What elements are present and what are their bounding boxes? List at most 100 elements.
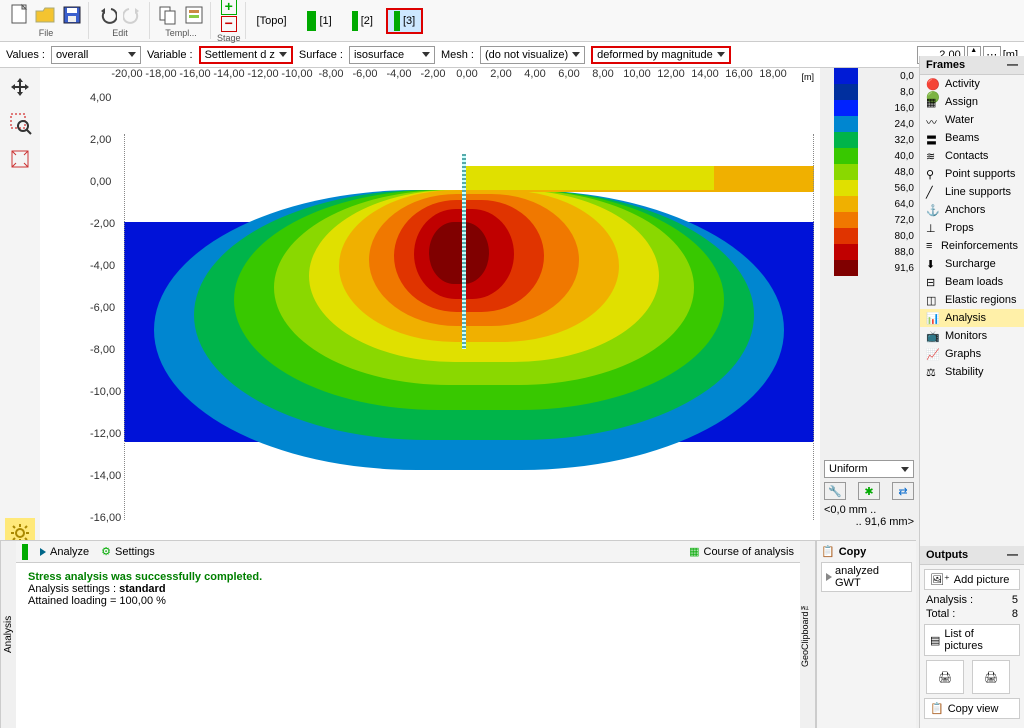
analysis-success-msg: Stress analysis was successfully complet… (28, 571, 788, 583)
add-stage-icon[interactable]: + (221, 0, 237, 15)
template-icon[interactable] (156, 3, 180, 27)
values-select[interactable]: overall (51, 46, 141, 64)
frame-item-icon: ⚲ (926, 168, 940, 180)
frame-item-label: Beams (945, 132, 979, 144)
outputs-panel: Outputs— 🖼⁺Add picture Analysis :5 Total… (919, 546, 1024, 728)
frames-item-water[interactable]: 〰Water (920, 111, 1024, 129)
ruler-vertical: 4,002,000,00-2,00-4,00-6,00-8,00-10,00-1… (90, 92, 110, 540)
frame-item-icon: ▦ (926, 96, 940, 108)
legend-tool1-icon[interactable]: 🔧 (824, 482, 846, 500)
frames-item-props[interactable]: ⊥Props (920, 219, 1024, 237)
frame-item-label: Activity (945, 78, 980, 90)
frames-item-reinforcements[interactable]: ≡ Reinforcements (920, 237, 1024, 255)
pan-tool-icon[interactable] (5, 72, 35, 102)
left-tool-strip (0, 68, 40, 548)
frame-item-icon: ≡ (926, 240, 936, 252)
redo-icon[interactable] (121, 3, 145, 27)
print1-icon[interactable]: 🖨 (926, 660, 964, 694)
outputs-analysis-count: Analysis :5 (926, 594, 1018, 606)
surface-select[interactable]: isosurface (349, 46, 435, 64)
frames-item-beam-loads[interactable]: ⊟Beam loads (920, 273, 1024, 291)
legend-tool2-icon[interactable]: ✱ (858, 482, 880, 500)
frame-item-icon: 📺 (926, 330, 940, 342)
remove-stage-icon[interactable]: − (221, 16, 237, 32)
frame-item-label: Elastic regions (945, 294, 1017, 306)
mesh-label: Mesh : (441, 49, 474, 61)
top-toolbar: File Edit Templ... + − Stage [Topo] [1] … (0, 0, 1024, 42)
frames-item-beams[interactable]: 〓Beams (920, 129, 1024, 147)
edit-group: Edit (91, 2, 150, 39)
stage-label: Stage (217, 33, 241, 43)
legend-mode-select[interactable]: Uniform (824, 460, 914, 478)
outputs-total-count: Total :8 (926, 608, 1018, 620)
open-file-icon[interactable] (34, 3, 58, 27)
frames-item-line-supports[interactable]: ╱Line supports (920, 183, 1024, 201)
frame-item-label: Anchors (945, 204, 985, 216)
frame-item-icon: ◫ (926, 294, 940, 306)
copy-side-panel: 📋Copy analyzed GWT (816, 541, 916, 728)
frames-item-point-supports[interactable]: ⚲ Point supports (920, 165, 1024, 183)
deform-select[interactable]: deformed by magnitude (591, 46, 731, 64)
analysis-log: Stress analysis was successfully complet… (16, 563, 800, 615)
stage-1[interactable]: [1] (300, 8, 339, 34)
undo-icon[interactable] (95, 3, 119, 27)
course-button[interactable]: ▦Course of analysis (689, 545, 794, 558)
new-file-icon[interactable] (8, 3, 32, 27)
outputs-header: Outputs— (920, 546, 1024, 565)
file-group: File (4, 2, 89, 39)
template-label: Templ... (165, 28, 197, 38)
frame-item-label: Beam loads (945, 276, 1003, 288)
frames-panel: Frames— 🔴🟢 Activity ▦Assign〰Water〓Beams≋Co… (919, 56, 1024, 546)
mesh-select[interactable]: (do not visualize) (480, 46, 585, 64)
analysis-settings-button[interactable]: ⚙Settings (101, 545, 155, 558)
template2-icon[interactable] (182, 3, 206, 27)
viewport: [m] -20,00-18,00-16,00-14,00-12,00-10,00… (40, 68, 820, 540)
frame-item-icon: ⊥ (926, 222, 940, 234)
save-file-icon[interactable] (60, 3, 84, 27)
variable-select[interactable]: Settlement d z (199, 46, 293, 64)
status-bar-icon (22, 544, 28, 560)
minimize-icon[interactable]: — (1007, 549, 1018, 561)
stage-topo[interactable]: [Topo] (250, 8, 294, 34)
analyze-button[interactable]: Analyze (40, 546, 89, 558)
frame-item-label: Analysis (945, 312, 986, 324)
analysis-toolbar: Analyze ⚙Settings ▦Course of analysis (16, 541, 800, 563)
frames-item-analysis[interactable]: 📊Analysis (920, 309, 1024, 327)
list-pictures-button[interactable]: ▤List of pictures (924, 624, 1020, 656)
frame-item-label: Graphs (945, 348, 981, 360)
frames-item-monitors[interactable]: 📺 Monitors (920, 327, 1024, 345)
print2-icon[interactable]: 🖨 (972, 660, 1010, 694)
legend-controls: Uniform 🔧 ✱ ⇄ <0,0 mm .. .. 91,6 mm> (824, 460, 914, 528)
copy-view-button[interactable]: 📋Copy view (924, 698, 1020, 719)
frames-header: Frames— (920, 56, 1024, 75)
frame-item-label: Monitors (945, 330, 987, 342)
frame-item-icon: ≋ (926, 150, 940, 162)
stage-3[interactable]: [3] (386, 8, 423, 34)
frames-item-anchors[interactable]: ⚓ Anchors (920, 201, 1024, 219)
frame-item-icon: ⚓ (926, 204, 940, 216)
frames-item-contacts[interactable]: ≋Contacts (920, 147, 1024, 165)
frames-item-activity[interactable]: 🔴🟢 Activity (920, 75, 1024, 93)
frames-item-surcharge[interactable]: ⬇Surcharge (920, 255, 1024, 273)
legend-range-hi: .. 91,6 mm> (824, 516, 914, 528)
frames-item-assign[interactable]: ▦Assign (920, 93, 1024, 111)
fit-view-icon[interactable] (5, 144, 35, 174)
frame-item-label: Reinforcements (941, 240, 1018, 252)
frame-item-label: Water (945, 114, 974, 126)
plot-area[interactable] (124, 94, 814, 534)
copy-gwt-button[interactable]: analyzed GWT (821, 562, 912, 592)
frames-item-graphs[interactable]: 📈Graphs (920, 345, 1024, 363)
frame-item-icon: 🔴🟢 (926, 78, 940, 90)
zoom-region-icon[interactable] (5, 108, 35, 138)
minimize-icon[interactable]: — (1007, 59, 1018, 71)
variable-label: Variable : (147, 49, 193, 61)
add-picture-button[interactable]: 🖼⁺Add picture (924, 569, 1020, 590)
file-label: File (39, 28, 54, 38)
stage-2[interactable]: [2] (345, 8, 380, 34)
frames-item-stability[interactable]: ⚖Stability (920, 363, 1024, 381)
geoclipboard-label: GeoClipboard™ (800, 541, 816, 728)
edit-label: Edit (112, 28, 128, 38)
legend-tool3-icon[interactable]: ⇄ (892, 482, 914, 500)
frames-item-elastic-regions[interactable]: ◫ Elastic regions (920, 291, 1024, 309)
frame-item-label: Point supports (945, 168, 1015, 180)
